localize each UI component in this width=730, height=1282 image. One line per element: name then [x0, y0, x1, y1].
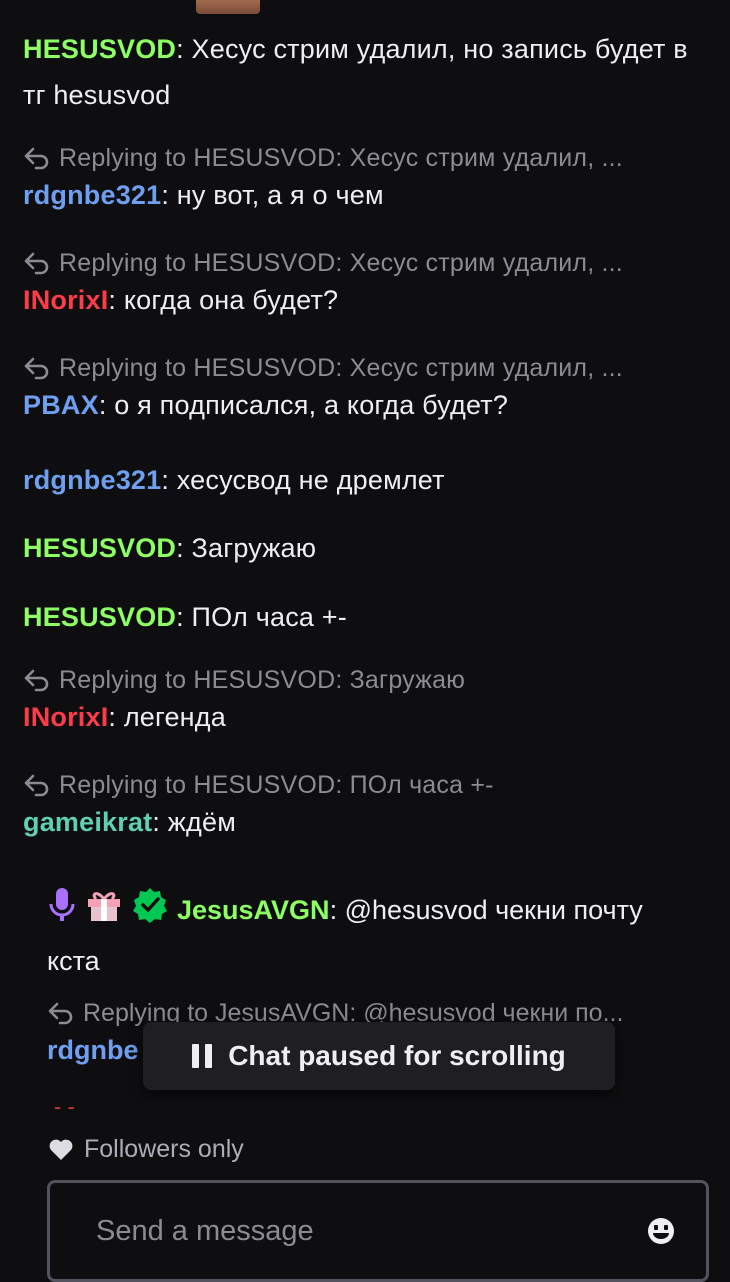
chat-username[interactable]: rdgnbe321: [23, 180, 161, 210]
reply-arrow-icon: [24, 147, 49, 170]
message-input[interactable]: [94, 1213, 646, 1249]
reply-arrow-icon: [24, 357, 49, 380]
chat-username[interactable]: HESUSVOD: [23, 602, 176, 632]
pause-icon: [192, 1044, 213, 1068]
chat-message: HESUSVOD: ПОл часа +-: [23, 594, 703, 640]
chat-message: rdgnbe321: хесусвод не дремлет: [23, 457, 703, 503]
reply-context[interactable]: Replying to HESUSVOD: ПОл часа +-: [23, 767, 698, 803]
chat-message-with-badges: JesusAVGN: @hesusvod чекни почту кста: [47, 886, 697, 984]
colon: :: [161, 465, 170, 495]
followers-only-indicator: Followers only: [48, 1135, 244, 1164]
chat-paused-banner[interactable]: Chat paused for scrolling: [143, 1022, 615, 1090]
heart-icon: [49, 1139, 73, 1160]
chat-text: о я подписался, а когда будет?: [114, 390, 509, 420]
chat-text: легенда: [123, 702, 226, 732]
emote-fragment: - -: [54, 1094, 75, 1119]
reply-context[interactable]: Replying to HESUSVOD: Хесус стрим удалил…: [23, 140, 698, 176]
colon: :: [152, 807, 161, 837]
chat-message: HESUSVOD: Хесус стрим удалил, но запись …: [23, 26, 703, 118]
colon: :: [176, 602, 184, 632]
chat-username[interactable]: JesusAVGN: [177, 895, 330, 925]
reply-arrow-icon: [24, 774, 49, 797]
chat-username[interactable]: gameikrat: [23, 807, 152, 837]
colon: :: [108, 285, 117, 315]
colon: :: [176, 34, 184, 64]
reply-text: Replying to HESUSVOD: ПОл часа +-: [59, 771, 494, 799]
chat-username[interactable]: HESUSVOD: [23, 533, 176, 563]
streamer-avatar-fragment: [196, 0, 260, 14]
chat-input-box[interactable]: [47, 1180, 709, 1282]
chat-message: Replying to HESUSVOD: Хесус стрим удалил…: [23, 350, 703, 428]
chat-message: Replying to HESUSVOD: Загружаю INorixI: …: [23, 662, 703, 740]
chat-username[interactable]: INorixI: [23, 285, 108, 315]
verified-badge-icon[interactable]: [131, 886, 169, 938]
colon: :: [176, 533, 184, 563]
chat-text: хесусвод не дремлет: [176, 465, 445, 495]
chat-username[interactable]: HESUSVOD: [23, 34, 176, 64]
chat-text: когда она будет?: [123, 285, 339, 315]
chat-username[interactable]: PBAX: [23, 390, 99, 420]
chat-text: Загружаю: [191, 533, 317, 563]
gift-badge-icon[interactable]: [85, 888, 123, 936]
followers-only-label: Followers only: [84, 1135, 244, 1163]
reply-arrow-icon: [48, 1002, 73, 1025]
reply-context[interactable]: Replying to HESUSVOD: Хесус стрим удалил…: [23, 245, 698, 281]
chat-message: Replying to HESUSVOD: Хесус стрим удалил…: [23, 140, 703, 218]
chat-username[interactable]: INorixI: [23, 702, 108, 732]
chat-text: ждём: [167, 807, 236, 837]
chat-text: ну вот, а я о чем: [176, 180, 384, 210]
reply-context[interactable]: Replying to HESUSVOD: Хесус стрим удалил…: [23, 350, 698, 386]
colon: :: [98, 390, 107, 420]
reply-arrow-icon: [24, 669, 49, 692]
chat-message: HESUSVOD: Загружаю: [23, 525, 703, 571]
emote-picker-icon[interactable]: [646, 1216, 676, 1246]
chat-username[interactable]: rdgnbe321: [23, 465, 161, 495]
chat-message: Replying to HESUSVOD: Хесус стрим удалил…: [23, 245, 703, 323]
reply-text: Replying to HESUSVOD: Хесус стрим удалил…: [59, 354, 623, 382]
reply-text: Replying to HESUSVOD: Загружаю: [59, 666, 466, 694]
reply-arrow-icon: [24, 252, 49, 275]
reply-text: Replying to HESUSVOD: Хесус стрим удалил…: [59, 249, 623, 277]
colon: :: [161, 180, 170, 210]
colon: :: [108, 702, 117, 732]
chat-username[interactable]: rdgnbe: [47, 1035, 139, 1065]
chat-paused-label: Chat paused for scrolling: [228, 1040, 566, 1071]
microphone-badge-icon[interactable]: [47, 886, 77, 938]
colon: :: [329, 895, 338, 926]
chat-message: Replying to HESUSVOD: ПОл часа +- gameik…: [23, 767, 703, 845]
reply-context[interactable]: Replying to HESUSVOD: Загружаю: [23, 662, 698, 698]
chat-text: ПОл часа +-: [191, 602, 347, 632]
reply-text: Replying to HESUSVOD: Хесус стрим удалил…: [59, 144, 623, 172]
